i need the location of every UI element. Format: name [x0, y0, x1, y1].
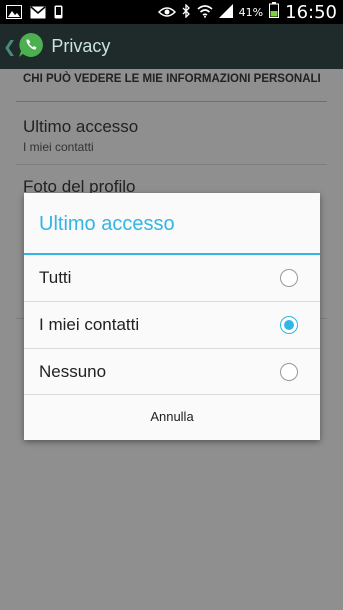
radio-button-unchecked[interactable]	[280, 269, 298, 287]
page-title: Privacy	[51, 36, 111, 56]
radio-button-unchecked[interactable]	[280, 363, 298, 381]
mail-icon	[30, 4, 46, 23]
section-divider	[16, 101, 327, 102]
option-nobody[interactable]: Nessuno	[24, 349, 320, 395]
clock: 16:50	[285, 1, 337, 23]
whatsapp-logo-icon[interactable]	[17, 31, 45, 63]
last-seen-setting-title[interactable]: Ultimo accesso	[23, 117, 138, 137]
item-divider	[16, 164, 327, 165]
dialog-title: Ultimo accesso	[39, 213, 175, 235]
action-bar: ❮ Privacy	[0, 24, 343, 69]
option-everyone[interactable]: Tutti	[24, 255, 320, 301]
status-bar: 41% 16:50	[0, 0, 343, 24]
option-label: Tutti	[39, 268, 72, 287]
battery-icon	[269, 2, 280, 22]
option-my-contacts[interactable]: I miei contatti	[24, 302, 320, 348]
cancel-button[interactable]: Annulla	[24, 394, 320, 440]
phone-icon	[54, 4, 63, 23]
signal-icon	[218, 3, 233, 22]
option-label: I miei contatti	[39, 315, 140, 334]
wifi-icon	[197, 3, 213, 22]
section-header: CHI PUÒ VEDERE LE MIE INFORMAZIONI PERSO…	[23, 73, 321, 85]
picture-icon	[6, 4, 22, 23]
bluetooth-icon	[182, 2, 191, 22]
last-seen-setting-summary: I miei contatti	[23, 140, 94, 154]
option-label: Nessuno	[39, 362, 107, 381]
last-seen-dialog: Ultimo accesso Tutti I miei contatti Nes…	[24, 193, 320, 440]
battery-percent: 41%	[238, 5, 264, 19]
back-chevron-icon[interactable]: ❮	[3, 37, 16, 56]
radio-button-checked[interactable]	[280, 316, 298, 334]
eye-icon	[157, 3, 176, 22]
